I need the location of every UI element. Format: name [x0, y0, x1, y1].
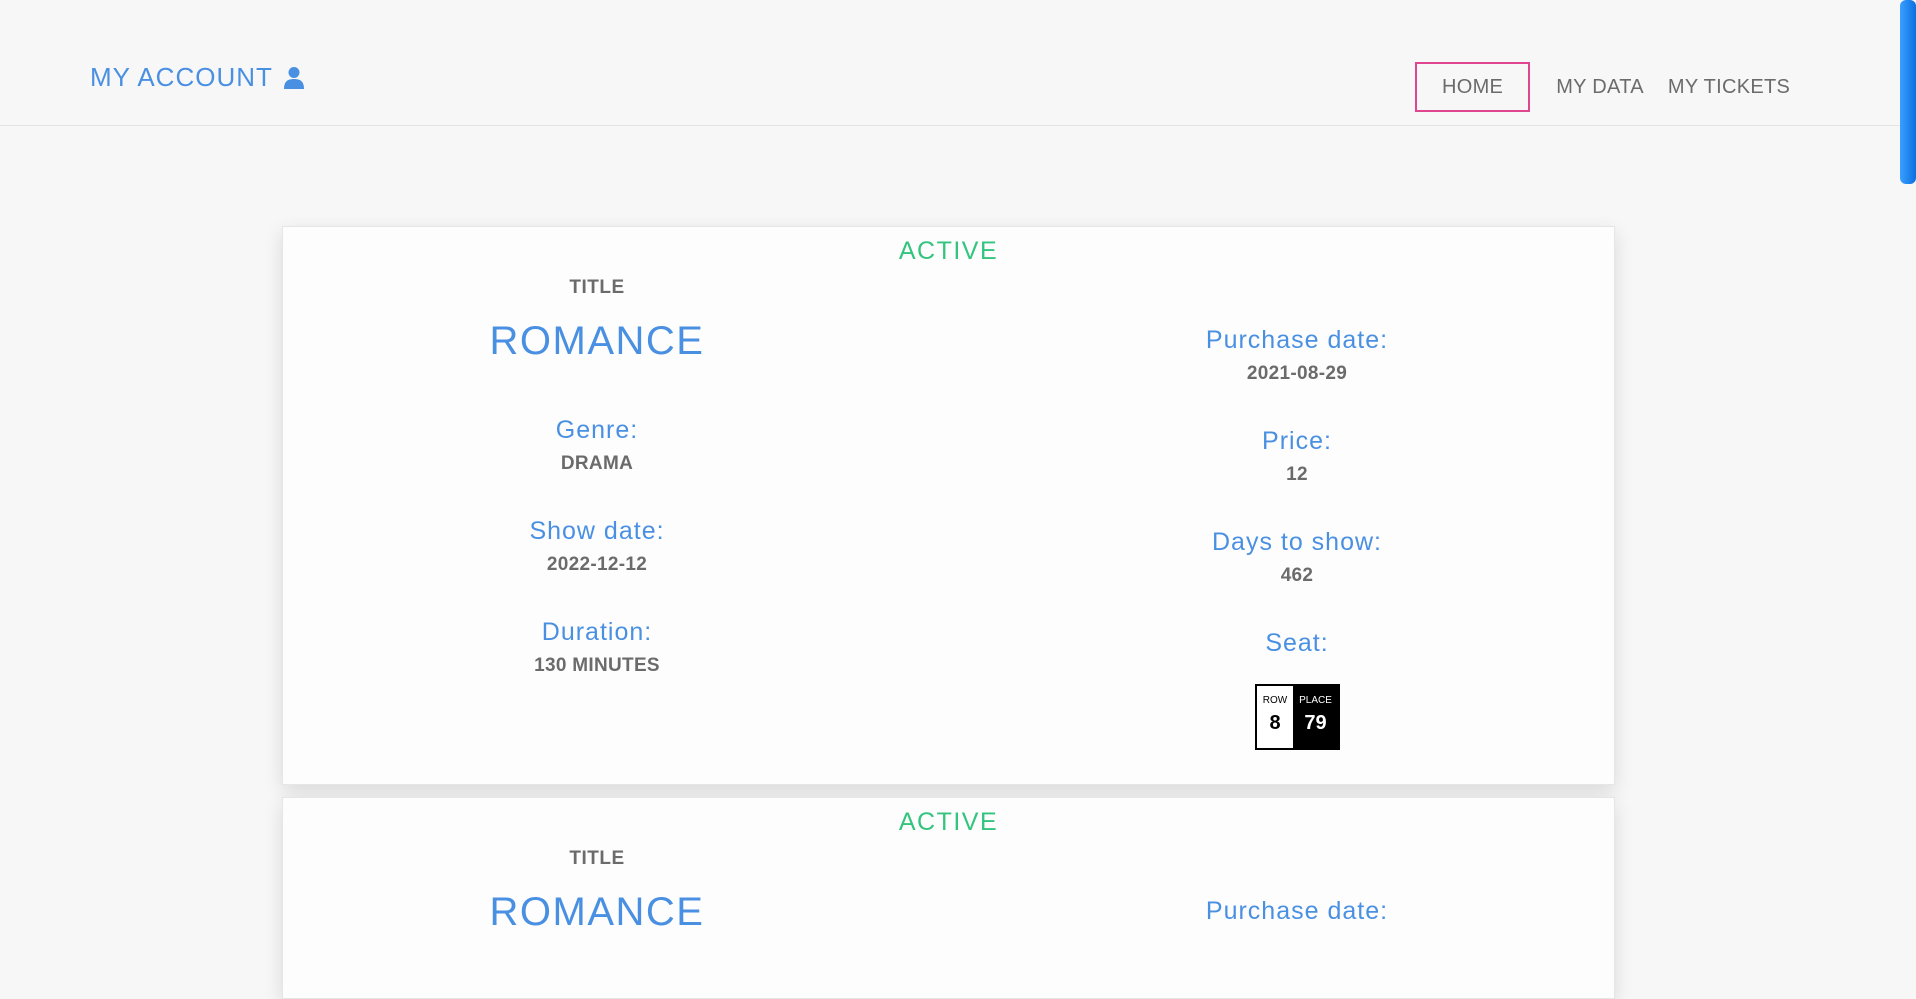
days-to-show-field: Days to show: 462: [1097, 528, 1497, 587]
days-to-show-value: 462: [1280, 565, 1314, 586]
movie-title: ROMANCE: [489, 890, 705, 934]
seat-place: PLACE 79: [1293, 686, 1338, 748]
seat-place-number: 79: [1304, 712, 1327, 734]
brand-label: MY ACCOUNT: [90, 62, 273, 92]
brand-my-account[interactable]: MY ACCOUNT: [90, 62, 305, 93]
ticket-card: ACTIVE TITLE ROMANCE Genre: DRAMA Show d…: [282, 226, 1615, 785]
purchase-date-field: Purchase date:: [1097, 897, 1497, 926]
days-to-show-label: Days to show:: [1211, 528, 1382, 556]
purchase-date-label: Purchase date:: [1205, 326, 1389, 354]
nav-my-data[interactable]: MY DATA: [1544, 76, 1656, 99]
movie-title: ROMANCE: [489, 319, 705, 363]
seat-row: ROW 8: [1257, 686, 1293, 748]
seat-field: Seat:: [1097, 629, 1497, 658]
main-nav: HOME MY DATA MY TICKETS: [1415, 62, 1802, 112]
page-scrollbar[interactable]: [1898, 0, 1916, 941]
price-value: 12: [1286, 464, 1308, 485]
nav-my-tickets[interactable]: MY TICKETS: [1656, 76, 1802, 99]
seat-label: Seat:: [1265, 629, 1329, 657]
seat-row-number: 8: [1269, 712, 1281, 734]
seat-place-label: PLACE: [1299, 695, 1332, 706]
duration-value: 130 MINUTES: [534, 655, 660, 676]
show-date-field: Show date: 2022-12-12: [397, 517, 797, 576]
genre-label: Genre:: [555, 416, 639, 444]
ticket-status: ACTIVE: [898, 808, 999, 836]
scrollbar-thumb[interactable]: [1900, 0, 1916, 184]
purchase-date-field: Purchase date: 2021-08-29: [1097, 326, 1497, 385]
purchase-date-label: Purchase date:: [1205, 897, 1389, 925]
price-label: Price:: [1262, 427, 1332, 455]
top-navbar: MY ACCOUNT HOME MY DATA MY TICKETS: [0, 0, 1916, 126]
ticket-card: ACTIVE TITLE ROMANCE Purchase date:: [282, 797, 1615, 999]
user-icon: [283, 66, 304, 89]
title-label: TITLE: [569, 277, 625, 298]
purchase-date-value: 2021-08-29: [1246, 363, 1348, 384]
show-date-value: 2022-12-12: [546, 554, 648, 575]
genre-field: Genre: DRAMA: [397, 416, 797, 475]
show-date-label: Show date:: [529, 517, 665, 545]
ticket-status: ACTIVE: [898, 237, 999, 265]
duration-field: Duration: 130 MINUTES: [397, 618, 797, 677]
seat-row-label: ROW: [1262, 695, 1288, 706]
nav-home[interactable]: HOME: [1415, 62, 1531, 112]
title-label: TITLE: [569, 848, 625, 869]
price-field: Price: 12: [1097, 427, 1497, 486]
genre-value: DRAMA: [560, 453, 634, 474]
seat-badge: ROW 8 PLACE 79: [1255, 684, 1340, 750]
duration-label: Duration:: [541, 618, 653, 646]
